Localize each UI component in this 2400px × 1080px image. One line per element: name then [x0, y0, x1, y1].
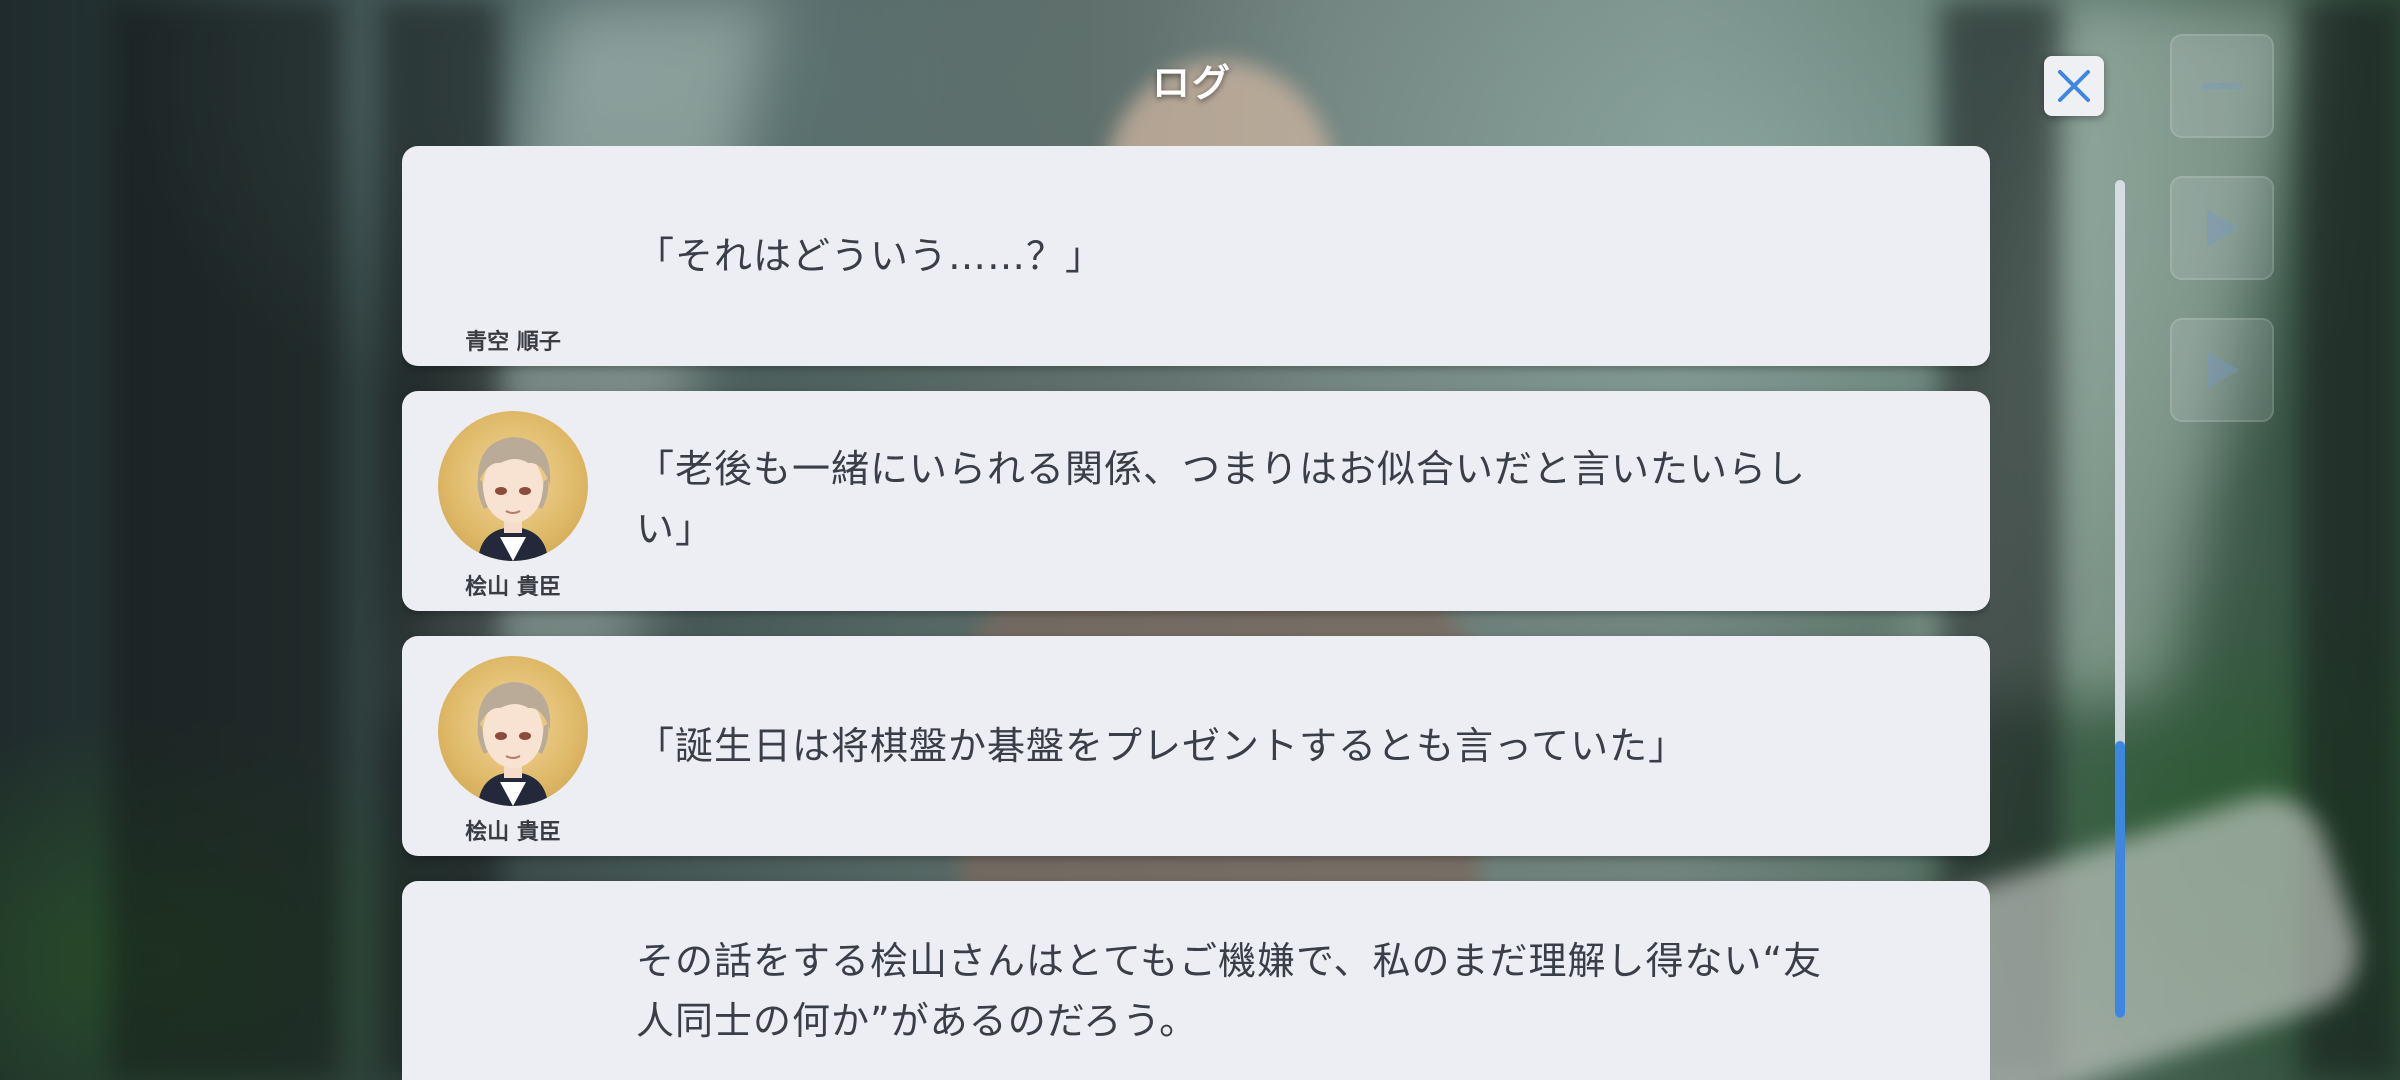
log-entry[interactable]: 「それはどういう……？」 青空 順子	[402, 146, 1990, 366]
log-message: 「誕生日は将棋盤か碁盤をプレゼントするとも言っていた」	[636, 724, 1688, 768]
log-entry[interactable]: 桧山 貴臣 「誕生日は将棋盤か碁盤をプレゼントするとも言っていた」	[402, 636, 1990, 856]
speaker-name: 桧山 貴臣	[465, 575, 561, 600]
speaker-name: 桧山 貴臣	[465, 820, 561, 845]
log-message: 「老後も一緒にいられる関係、つまりはお似合いだと言いたいらしい」	[636, 447, 1807, 551]
close-icon	[2058, 70, 2090, 102]
log-list[interactable]: 「それはどういう……？」 青空 順子 桧山 貴臣 「老後も一緒にいられる関係、つ…	[402, 146, 1990, 1080]
log-message: 「それはどういう……？」	[636, 234, 1105, 278]
close-button[interactable]	[2044, 56, 2104, 116]
menu-button[interactable]	[2170, 34, 2274, 138]
character-portrait	[477, 682, 551, 806]
page-title: ログ	[1151, 61, 1232, 105]
tree-trunk	[110, 0, 340, 1080]
scrollbar[interactable]	[2115, 180, 2125, 1018]
log-message: その話をする桧山さんはとてもご機嫌で、私のまだ理解し得ない“友人同士の何か”があ…	[636, 939, 1823, 1043]
speaker-avatar	[438, 656, 588, 806]
auto-play-icon	[2207, 209, 2239, 247]
log-entry[interactable]: 桧山 貴臣 「老後も一緒にいられる関係、つまりはお似合いだと言いたいらしい」	[402, 391, 1990, 611]
skip-button[interactable]	[2170, 318, 2274, 422]
auto-play-button[interactable]	[2170, 176, 2274, 280]
character-portrait	[477, 437, 551, 561]
scrollbar-thumb[interactable]	[2115, 741, 2125, 1018]
log-entry[interactable]: その話をする桧山さんはとてもご機嫌で、私のまだ理解し得ない“友人同士の何か”があ…	[402, 881, 1990, 1080]
menu-icon	[2202, 83, 2242, 89]
speaker-name: 青空 順子	[465, 330, 561, 355]
speaker-avatar	[438, 411, 588, 561]
skip-icon	[2207, 351, 2239, 389]
